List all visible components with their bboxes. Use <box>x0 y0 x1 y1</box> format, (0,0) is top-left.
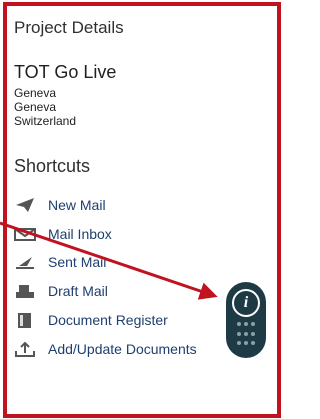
annotation-arrow <box>0 221 218 300</box>
